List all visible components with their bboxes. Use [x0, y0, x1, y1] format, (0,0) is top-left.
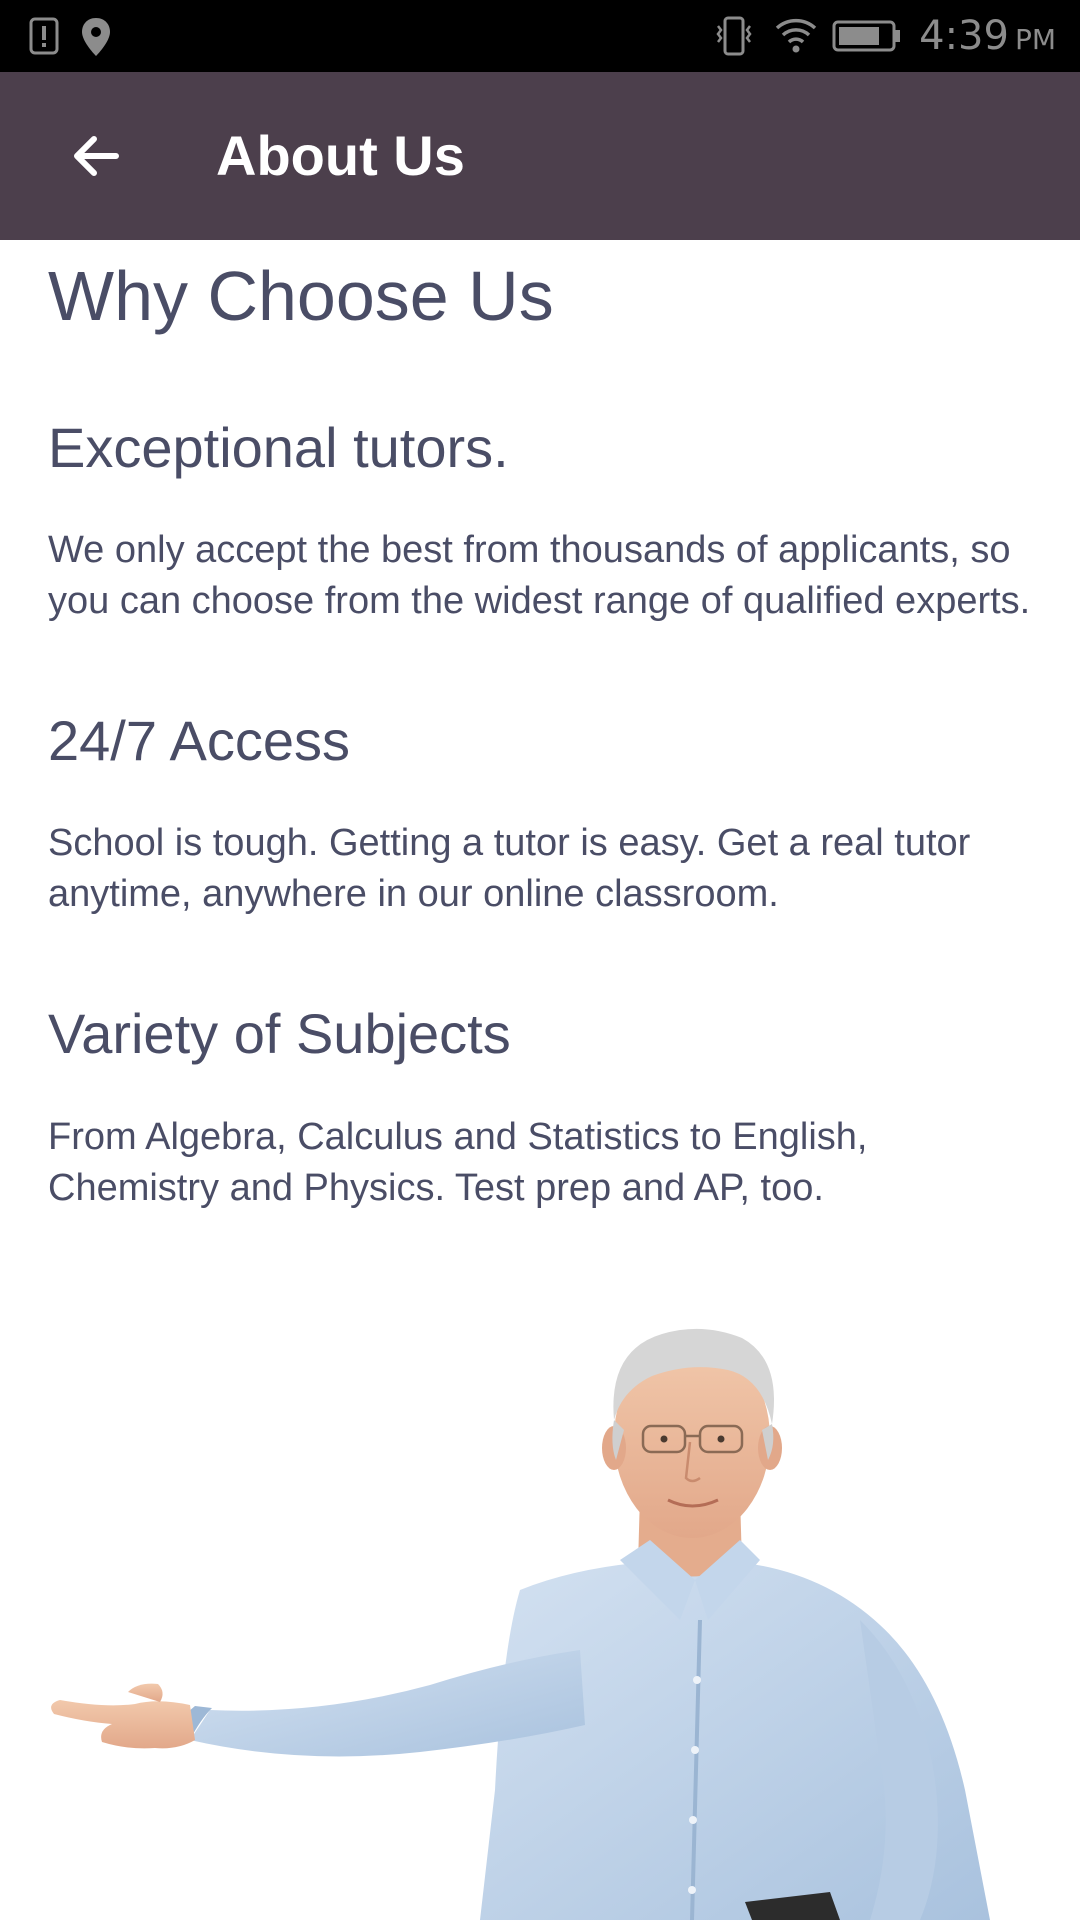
status-bar: 4:39 PM: [0, 0, 1080, 72]
location-pin-icon: [82, 18, 110, 56]
status-time-ampm: PM: [1014, 23, 1056, 56]
why-choose-us-heading: Why Choose Us: [48, 257, 554, 335]
arrow-left-icon: [74, 136, 119, 176]
about-content: Why Choose Us Exceptional tutors. We onl…: [48, 240, 1040, 1214]
teacher-illustration: [51, 1328, 990, 1920]
section-text-subjects: From Algebra, Calculus and Statistics to…: [48, 1115, 868, 1209]
section-title-access: 24/7 Access: [48, 709, 350, 773]
notification-alert-icon: [29, 17, 59, 55]
section-title-subjects: Variety of Subjects: [48, 1002, 511, 1066]
status-time: 4:39 PM: [919, 10, 1056, 62]
battery-icon: [832, 20, 900, 52]
section-text-exceptional-tutors: We only accept the best from thousands o…: [48, 529, 1031, 623]
app-bar: About Us: [0, 72, 1080, 240]
wifi-icon: [775, 18, 817, 53]
section-text-access: School is tough. Getting a tutor is easy…: [48, 822, 971, 916]
back-button[interactable]: [48, 108, 144, 204]
section-title-exceptional-tutors: Exceptional tutors.: [48, 416, 509, 479]
vibrate-icon: [716, 16, 752, 56]
status-time-value: 4:39: [919, 13, 1009, 59]
page-title: About Us: [216, 124, 465, 187]
